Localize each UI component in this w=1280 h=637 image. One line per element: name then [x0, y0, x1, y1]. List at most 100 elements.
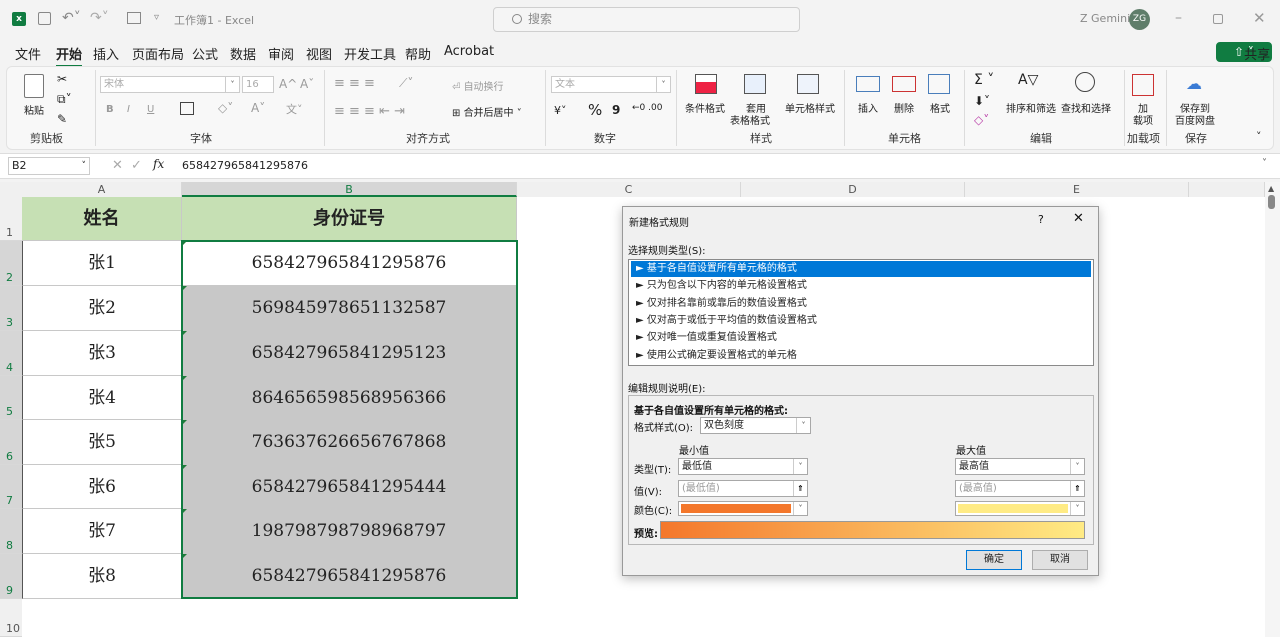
bold-button[interactable]: B	[106, 104, 114, 115]
column-header-f[interactable]	[1189, 182, 1265, 197]
avatar[interactable]: ZG	[1129, 9, 1150, 30]
help-button[interactable]: ?	[1038, 213, 1044, 226]
copy-icon[interactable]: ⧉˅	[57, 92, 72, 107]
column-header-d[interactable]: D	[741, 182, 965, 197]
customize-icon[interactable]: ▿	[154, 12, 159, 23]
min-color-select[interactable]: ˅	[678, 501, 808, 516]
name-cell[interactable]: 张1	[22, 241, 182, 286]
name-cell[interactable]: 张5	[22, 420, 182, 465]
row-header[interactable]: 6	[0, 420, 22, 465]
tab-home[interactable]: 开始	[56, 44, 83, 67]
tab-page-layout[interactable]: 页面布局	[132, 44, 184, 63]
undo-icon[interactable]: ↶˅	[62, 10, 81, 26]
tab-view[interactable]: 视图	[306, 44, 332, 63]
scroll-thumb[interactable]	[1268, 195, 1275, 209]
name-cell[interactable]: 张6	[22, 465, 182, 509]
format-cells-button[interactable]: 格式	[930, 100, 950, 115]
id-cell[interactable]: 864656598568956366	[182, 376, 517, 420]
tab-developer[interactable]: 开发工具	[344, 44, 396, 63]
insert-function-icon[interactable]: fx	[153, 157, 164, 171]
tab-review[interactable]: 审阅	[268, 44, 294, 63]
conditional-format-button[interactable]: 条件格式	[685, 100, 725, 115]
min-type-select[interactable]: 最低值 ˅	[678, 458, 808, 475]
collapse-ribbon-icon[interactable]: ˅	[1256, 130, 1262, 143]
min-value-input[interactable]: (最低值) ⇑	[678, 480, 808, 497]
addins-icon[interactable]	[1132, 74, 1154, 96]
find-select-button[interactable]: 查找和选择	[1061, 100, 1111, 115]
format-table-button-line2[interactable]: 表格格式	[730, 112, 770, 127]
autosum-icon[interactable]: Σ ˅	[974, 72, 994, 88]
row-header[interactable]: 9	[0, 554, 22, 599]
id-cell[interactable]: 658427965841295876	[182, 554, 517, 599]
save-icon[interactable]	[38, 12, 51, 25]
user-name[interactable]: Z Gemini	[1080, 12, 1130, 25]
search-box[interactable]: 搜索	[493, 7, 800, 32]
tab-acrobat[interactable]: Acrobat	[444, 44, 494, 59]
tab-file[interactable]: 文件	[15, 44, 41, 63]
minimize-icon[interactable]: –	[1175, 10, 1182, 26]
format-style-select[interactable]: 双色刻度 ˅	[700, 417, 811, 434]
name-cell[interactable]: 张4	[22, 376, 182, 420]
close-dialog-icon[interactable]: ✕	[1073, 211, 1084, 226]
enter-entry-icon[interactable]: ✓	[131, 158, 142, 173]
row-header[interactable]: 7	[0, 465, 22, 509]
row-header[interactable]: 5	[0, 376, 22, 420]
paste-icon[interactable]	[24, 74, 44, 98]
row-header[interactable]: 2	[0, 241, 22, 286]
id-cell[interactable]: 658427965841295123	[182, 331, 517, 376]
select-all-corner[interactable]	[0, 182, 22, 197]
header-cell-name[interactable]: 姓名	[22, 197, 182, 241]
share-button[interactable]: ⇧ 共享 ˅	[1216, 42, 1272, 63]
column-header-c[interactable]: C	[517, 182, 741, 197]
row-header[interactable]: 8	[0, 509, 22, 554]
column-header-e[interactable]: E	[965, 182, 1189, 197]
id-cell[interactable]: 763637626656767868	[182, 420, 517, 465]
italic-button[interactable]: I	[127, 104, 130, 115]
tab-help[interactable]: 帮助	[405, 44, 431, 63]
phonetic-icon[interactable]: 文˅	[286, 101, 303, 117]
row-header[interactable]: 3	[0, 286, 22, 331]
delete-cells-button[interactable]: 删除	[894, 100, 914, 115]
cancel-button[interactable]: 取消	[1032, 550, 1088, 570]
cut-icon[interactable]: ✂	[57, 72, 67, 86]
max-color-select[interactable]: ˅	[955, 501, 1085, 516]
max-type-select[interactable]: 最高值 ˅	[955, 458, 1085, 475]
redo-icon[interactable]: ↷˅	[90, 10, 109, 26]
save-cloud-line2[interactable]: 百度网盘	[1175, 112, 1215, 127]
addins-button-line2[interactable]: 载项	[1133, 112, 1153, 127]
orientation-icon[interactable]: ⟋˅	[399, 76, 413, 91]
rule-type-item[interactable]: ► 仅对高于或低于平均值的数值设置格式	[631, 313, 1091, 329]
name-cell[interactable]: 张8	[22, 554, 182, 599]
vertical-scrollbar[interactable]	[1265, 182, 1280, 637]
restore-icon[interactable]	[1213, 14, 1223, 24]
name-cell[interactable]: 张2	[22, 286, 182, 331]
font-name-select[interactable]: 宋体 ˅	[100, 76, 240, 93]
row-header[interactable]: 10	[0, 599, 22, 637]
rule-type-item[interactable]: ► 使用公式确定要设置格式的单元格	[631, 348, 1091, 364]
collapse-dialog-icon[interactable]: ⇑	[1070, 481, 1084, 496]
sort-filter-icon[interactable]: A▽	[1018, 72, 1038, 88]
id-cell[interactable]: 658427965841295876	[182, 241, 517, 286]
column-header-b[interactable]: B	[182, 182, 517, 197]
conditional-format-icon[interactable]	[695, 74, 717, 94]
row-header[interactable]: 1	[0, 197, 22, 241]
ok-button[interactable]: 确定	[966, 550, 1022, 570]
font-size-select[interactable]: 16	[242, 76, 274, 93]
comma-button[interactable]: 9	[612, 103, 620, 117]
cancel-entry-icon[interactable]: ✕	[112, 158, 123, 173]
header-cell-id[interactable]: 身份证号	[182, 197, 517, 241]
currency-icon[interactable]: ¥˅	[554, 104, 567, 117]
shrink-font-button[interactable]: Aˇ	[300, 77, 314, 91]
close-window-icon[interactable]: ✕	[1253, 9, 1266, 27]
id-cell[interactable]: 658427965841295444	[182, 465, 517, 509]
number-format-select[interactable]: 文本 ˅	[551, 76, 671, 93]
row-header[interactable]: 4	[0, 331, 22, 376]
baidu-cloud-icon[interactable]: ☁	[1186, 74, 1202, 93]
tab-formulas[interactable]: 公式	[192, 44, 218, 63]
name-cell[interactable]: 张7	[22, 509, 182, 554]
fill-color-icon[interactable]: ◇˅	[218, 101, 233, 115]
collapse-dialog-icon[interactable]: ⇑	[793, 481, 807, 496]
clear-icon[interactable]: ◇˅	[974, 113, 989, 127]
grow-font-button[interactable]: A^	[279, 77, 297, 91]
expand-formula-icon[interactable]: ˅	[1262, 158, 1267, 169]
